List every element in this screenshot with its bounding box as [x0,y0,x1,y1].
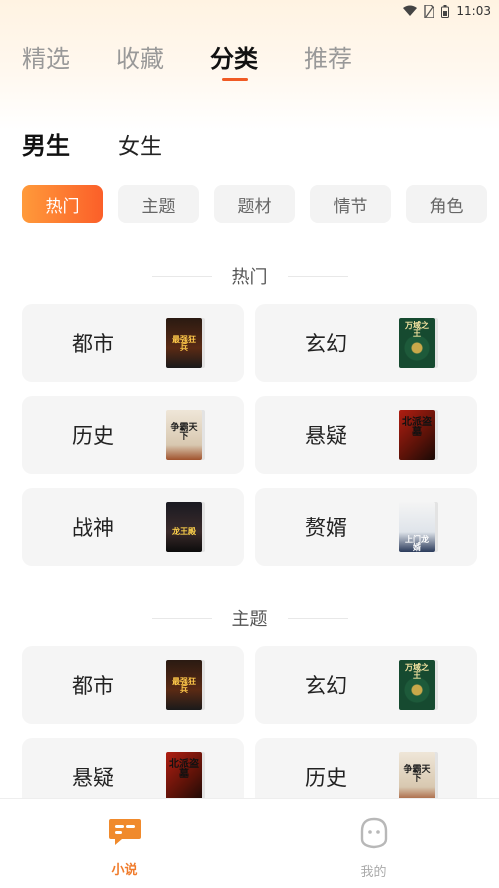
tab-featured[interactable]: 精选 [22,36,116,76]
sim-card-icon [424,4,435,18]
book-cover-image: 最强狂兵 [166,660,202,710]
app-screen: 11:03 精选 收藏 分类 推荐 男生 女生 热门 主题 题材 情节 角色 热… [0,0,499,888]
category-label: 历史 [72,424,114,448]
book-cover-image: 最强狂兵 [166,318,202,368]
book-cover-image: 龙王殿 [166,502,202,552]
filter-chip-subject[interactable]: 题材 [214,185,295,223]
book-cover-image: 万域之王 [399,660,435,710]
divider [287,275,348,277]
category-label: 都市 [72,332,114,356]
category-card-mystery[interactable]: 悬疑 北派盗墓 [255,396,477,474]
gender-tab-female[interactable]: 女生 [118,129,162,161]
nav-item-novels[interactable]: 小说 [0,799,249,888]
book-cover-image: 争霸天下 [166,410,202,460]
category-label: 悬疑 [305,424,347,448]
bottom-nav-bar: 小说 我的 [0,798,499,888]
filter-chip-theme[interactable]: 主题 [118,185,199,223]
nav-label: 小说 [111,863,138,878]
book-chat-icon [108,817,142,851]
category-card-urban[interactable]: 都市 最强狂兵 [22,646,244,724]
user-face-icon [359,817,389,853]
section-title-hot: 热门 [0,264,499,288]
category-card-history[interactable]: 历史 争霸天下 [22,396,244,474]
filter-chip-role[interactable]: 角色 [406,185,487,223]
category-label: 悬疑 [72,766,114,790]
wifi-icon [403,5,418,17]
clock-time: 11:03 [456,4,491,18]
category-card-fantasy[interactable]: 玄幻 万域之王 [255,304,477,382]
book-cover-image: 北派盗墓 [399,410,435,460]
battery-icon [441,4,450,18]
filter-chip-hot[interactable]: 热门 [22,185,103,223]
section-heading: 热门 [231,267,268,288]
divider [151,617,212,619]
top-tab-bar: 精选 收藏 分类 推荐 [22,36,398,81]
category-label: 战神 [72,516,114,540]
category-card-son-in-law[interactable]: 赘婿 上门龙婿 [255,488,477,566]
book-cover-image: 争霸天下 [399,752,435,802]
nav-label: 我的 [360,865,387,880]
section-heading: 主题 [231,609,268,630]
divider [151,275,212,277]
category-label: 都市 [72,674,114,698]
category-label: 赘婿 [305,516,347,540]
category-label: 玄幻 [305,674,347,698]
section-title-theme: 主题 [0,606,499,630]
filter-chip-row: 热门 主题 题材 情节 角色 [22,185,499,223]
category-card-urban[interactable]: 都市 最强狂兵 [22,304,244,382]
tab-recommend[interactable]: 推荐 [304,36,398,76]
gender-tabs: 男生 女生 [22,126,162,161]
category-label: 玄幻 [305,332,347,356]
book-cover-image: 上门龙婿 [399,502,435,552]
gender-tab-male[interactable]: 男生 [22,126,70,161]
status-bar: 11:03 [0,0,499,22]
nav-item-profile[interactable]: 我的 [249,799,498,888]
tab-favorites[interactable]: 收藏 [116,36,210,76]
filter-chip-plot[interactable]: 情节 [310,185,391,223]
category-card-war-god[interactable]: 战神 龙王殿 [22,488,244,566]
category-card-fantasy[interactable]: 玄幻 万域之王 [255,646,477,724]
tab-categories[interactable]: 分类 [210,36,304,81]
book-cover-image: 北派盗墓 [166,752,202,802]
book-cover-image: 万域之王 [399,318,435,368]
divider [287,617,348,619]
category-label: 历史 [305,766,347,790]
